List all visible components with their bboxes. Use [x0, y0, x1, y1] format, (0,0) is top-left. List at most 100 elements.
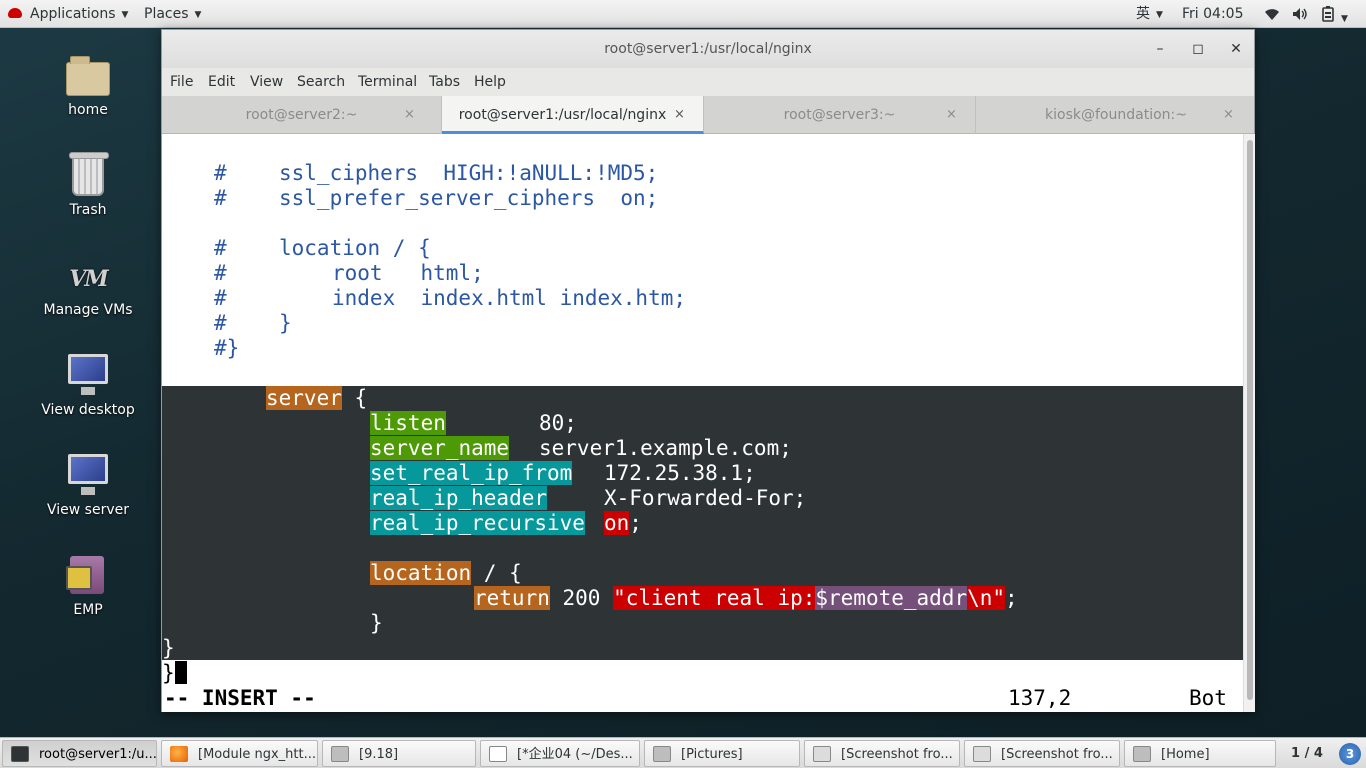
monitor-icon: [64, 452, 112, 496]
menu-file[interactable]: File: [170, 68, 193, 96]
notification-badge[interactable]: 3: [1339, 743, 1361, 765]
task-terminal[interactable]: root@server1:/u...: [2, 740, 157, 767]
places-menu[interactable]: Places ▼: [144, 0, 201, 28]
task-firefox[interactable]: [Module ngx_htt...: [161, 740, 318, 767]
emp-icon: [64, 552, 112, 596]
chevron-down-icon: ▼: [121, 10, 129, 20]
task-screenshot-1[interactable]: [Screenshot fro...: [804, 740, 960, 767]
scroll-position: Bot: [1189, 686, 1227, 710]
menu-terminal[interactable]: Terminal: [358, 68, 417, 96]
menu-search[interactable]: Search: [297, 68, 345, 96]
screenshot-icon: [973, 746, 991, 762]
code-line: #: [214, 286, 227, 310]
tab-label: root@server2:~: [245, 107, 358, 123]
terminal-window: root@server1:/usr/local/nginx – ◻ ✕ File…: [161, 29, 1255, 712]
code-line: #: [214, 311, 227, 335]
terminal-scrollbar[interactable]: [1243, 134, 1255, 712]
code-line: }: [370, 611, 383, 635]
window-icon: [331, 746, 349, 762]
tab-label: root@server3:~: [783, 107, 896, 123]
desktop-icon-label: View server: [47, 502, 129, 518]
chevron-down-icon: ▼: [194, 10, 202, 20]
tab-close-icon[interactable]: ×: [674, 96, 685, 134]
desktop-icon-label: EMP: [73, 602, 103, 618]
task-home[interactable]: [Home]: [1124, 740, 1276, 767]
applications-menu[interactable]: Applications ▼: [8, 0, 128, 28]
minimize-button[interactable]: –: [1145, 30, 1175, 68]
tab-close-icon[interactable]: ×: [946, 96, 957, 134]
code-line: location / {: [279, 236, 431, 260]
power-menu[interactable]: ▼: [1321, 0, 1348, 28]
menu-view[interactable]: View: [250, 68, 283, 96]
folder-icon: [1133, 746, 1151, 762]
vim-mode: -- INSERT --: [164, 686, 316, 710]
menu-help[interactable]: Help: [474, 68, 506, 96]
input-method-indicator[interactable]: 英 ▼: [1136, 0, 1163, 28]
top-panel: Applications ▼ Places ▼ 英 ▼ Fri 04:05 ▼: [0, 0, 1366, 28]
clock[interactable]: Fri 04:05: [1182, 0, 1243, 28]
tab-close-icon[interactable]: ×: [1223, 96, 1234, 134]
menu-bar: File Edit View Search Terminal Tabs Help: [162, 68, 1254, 96]
monitor-icon: [64, 352, 112, 396]
input-method-label: 英: [1136, 6, 1150, 22]
screenshot-icon: [813, 746, 831, 762]
code-line: #: [214, 236, 227, 260]
tab-label: kiosk@foundation:~: [1045, 107, 1187, 123]
desktop-icon-manage-vms[interactable]: VM Manage VMs: [28, 252, 148, 318]
desktop-icon-home[interactable]: home: [28, 52, 148, 118]
applications-label: Applications: [30, 6, 116, 22]
desktop-icon-label: View desktop: [41, 402, 135, 418]
firefox-icon: [170, 746, 188, 762]
folder-icon: [653, 746, 671, 762]
code-line: 80;: [539, 411, 577, 435]
code-line: server1.example.com;: [539, 436, 792, 460]
tab-foundation[interactable]: kiosk@foundation:~ ×: [976, 96, 1256, 134]
close-button[interactable]: ✕: [1221, 30, 1251, 68]
code-line: set_real_ip_from: [370, 461, 573, 485]
code-line: index index.html index.htm;: [332, 286, 687, 310]
tab-server3[interactable]: root@server3:~ ×: [704, 96, 976, 134]
places-label: Places: [144, 6, 189, 22]
task-editor[interactable]: [*企业04 (~/Des...: [480, 740, 640, 767]
desktop-icon-emp[interactable]: EMP: [28, 552, 148, 618]
chevron-down-icon: ▼: [1156, 10, 1163, 20]
desktop-icon-view-server[interactable]: View server: [28, 452, 148, 518]
tab-close-icon[interactable]: ×: [404, 96, 415, 134]
workspace-pager[interactable]: 1 / 4: [1278, 740, 1336, 767]
code-line: server {: [266, 386, 368, 410]
volume-icon[interactable]: [1292, 0, 1308, 28]
window-titlebar[interactable]: root@server1:/usr/local/nginx – ◻ ✕: [162, 30, 1254, 68]
wifi-icon[interactable]: [1264, 0, 1280, 28]
code-line: server_name: [370, 436, 510, 460]
code-line: #: [214, 261, 227, 285]
menu-tabs[interactable]: Tabs: [429, 68, 460, 96]
home-folder-icon: [64, 52, 112, 96]
code-line: real_ip_header: [370, 486, 548, 510]
vm-icon: VM: [69, 266, 108, 292]
code-line: 172.25.38.1;: [604, 461, 756, 485]
tab-server2[interactable]: root@server2:~ ×: [162, 96, 442, 134]
text-cursor: [174, 660, 187, 684]
tab-label: root@server1:/usr/local/nginx: [458, 107, 667, 123]
maximize-button[interactable]: ◻: [1183, 30, 1213, 68]
syntax-highlight-block: [162, 386, 1243, 660]
code-line: #: [214, 186, 227, 210]
taskbar: root@server1:/u... [Module ngx_htt... [9…: [0, 737, 1366, 768]
scrollbar-thumb[interactable]: [1247, 140, 1253, 700]
battery-icon: [1321, 6, 1335, 26]
menu-edit[interactable]: Edit: [208, 68, 235, 96]
terminal-content[interactable]: # ssl_ciphers HIGH:!aNULL:!MD5; # ssl_pr…: [162, 134, 1243, 712]
code-line: #: [214, 161, 227, 185]
code-line: return 200 "client real ip:$remote_addr\…: [474, 586, 1018, 610]
task-window[interactable]: [9.18]: [322, 740, 476, 767]
code-line: root html;: [332, 261, 484, 285]
code-line: }: [279, 311, 292, 335]
desktop-icon-view-desktop[interactable]: View desktop: [28, 352, 148, 418]
tab-server1[interactable]: root@server1:/usr/local/nginx ×: [442, 96, 704, 134]
desktop-icon-trash[interactable]: Trash: [28, 152, 148, 218]
chevron-down-icon: ▼: [1341, 14, 1348, 24]
terminal-icon: [11, 746, 29, 762]
task-screenshot-2[interactable]: [Screenshot fro...: [964, 740, 1120, 767]
window-title: root@server1:/usr/local/nginx: [604, 41, 812, 57]
task-pictures[interactable]: [Pictures]: [644, 740, 800, 767]
